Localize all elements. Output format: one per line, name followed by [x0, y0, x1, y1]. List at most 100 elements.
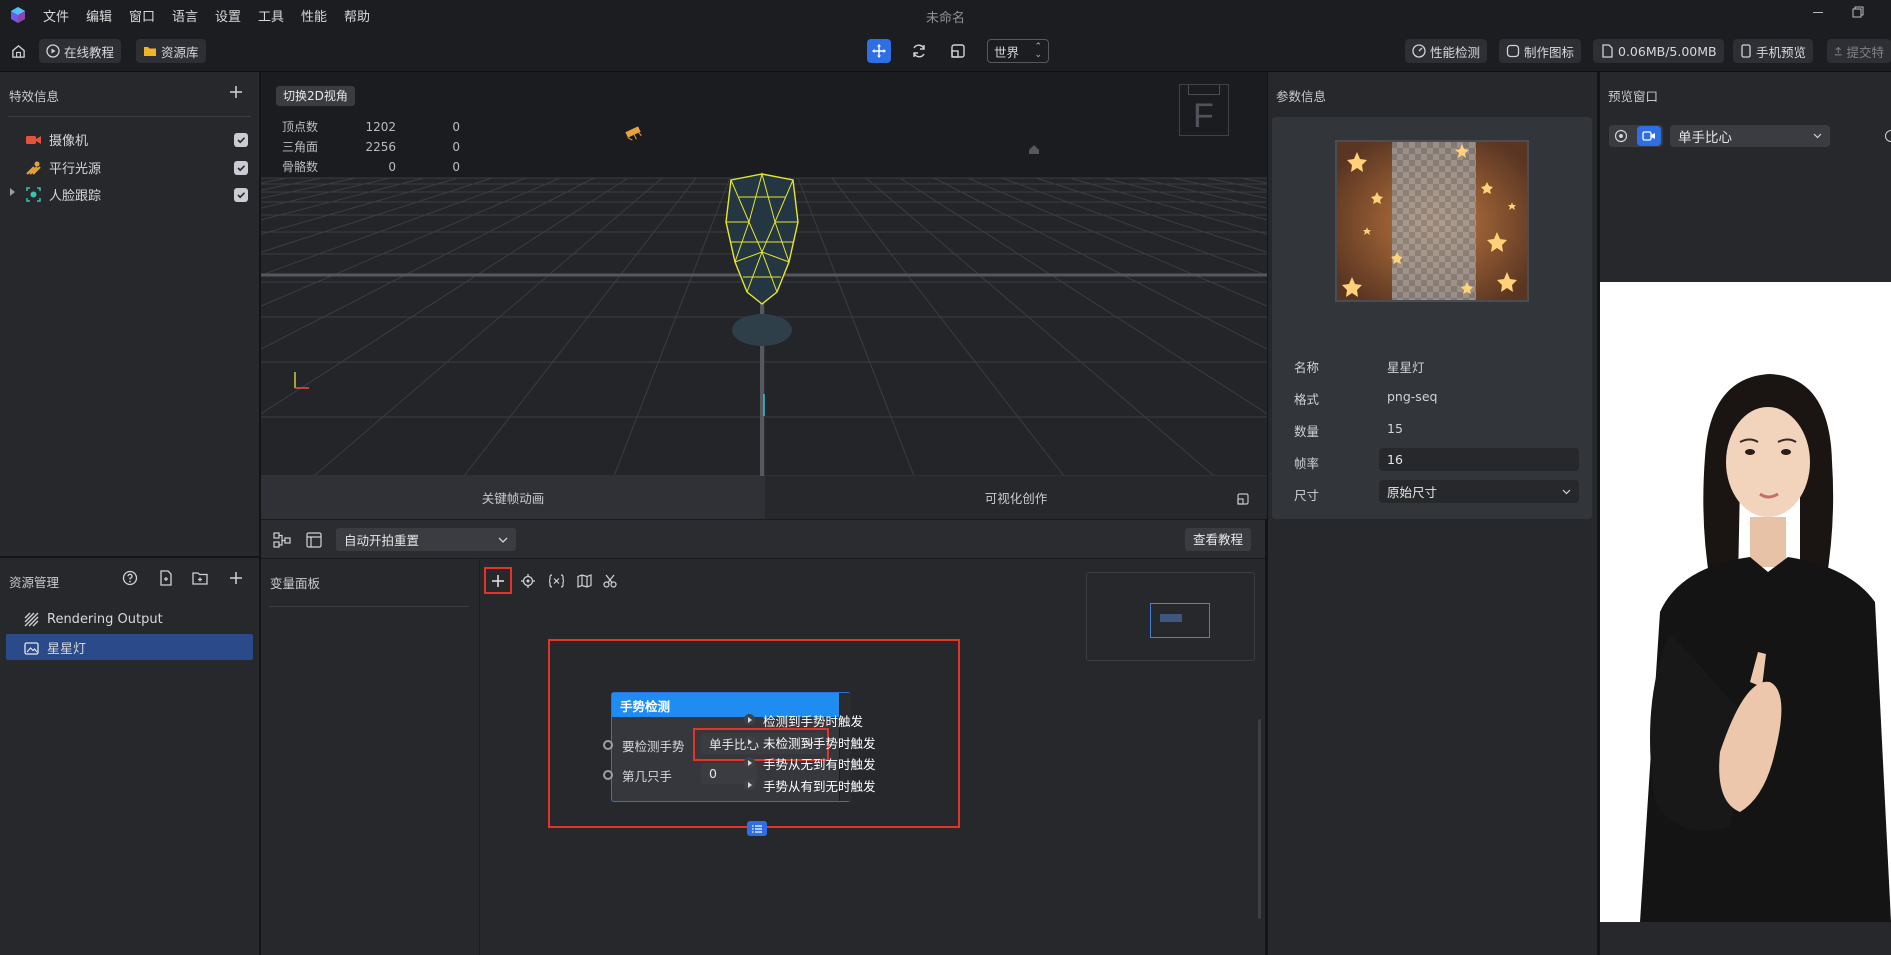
minimap-viewport: [1150, 603, 1210, 638]
stat-value: 0: [452, 140, 460, 154]
tab-visual-creation[interactable]: 可视化创作: [765, 476, 1267, 519]
menu-bar: 文件 编辑 窗口 语言 设置 工具 性能 帮助 未命名: [0, 0, 1891, 29]
effect-item-camera[interactable]: 摄像机: [26, 130, 248, 149]
prop-count-label: 数量: [1294, 424, 1320, 439]
stat-value: 2256: [365, 140, 396, 154]
output-port[interactable]: [744, 736, 755, 747]
divider: [8, 116, 251, 117]
output-label: 手势从无到有时触发: [763, 757, 876, 772]
move-icon: [872, 44, 886, 58]
resource-library-button[interactable]: 资源库: [136, 39, 206, 63]
asset-item-label: Rendering Output: [47, 611, 163, 627]
prop-name-value: 星星灯: [1387, 360, 1425, 375]
package-size-indicator: 0.06MB/5.00MB: [1593, 39, 1724, 63]
event-select-value: 自动开拍重置: [344, 533, 420, 548]
effect-item-face-tracking[interactable]: 人脸跟踪: [26, 185, 248, 204]
map-icon[interactable]: [577, 574, 592, 588]
scene-stats: 顶点数 1202 0 三角面 2256 0 骨骼数 0 0: [282, 117, 460, 177]
popout-icon[interactable]: [1237, 491, 1251, 505]
minimize-icon[interactable]: [1813, 12, 1823, 13]
add-effect-button[interactable]: [228, 84, 244, 100]
view-orientation-gizmo[interactable]: F: [1179, 84, 1229, 136]
stat-value: 0: [452, 160, 460, 174]
restore-icon[interactable]: [1852, 6, 1864, 18]
camera-preview-icon[interactable]: [1637, 126, 1661, 146]
submit-button[interactable]: 提交特: [1827, 39, 1891, 63]
event-select[interactable]: 自动开拍重置: [336, 528, 516, 551]
prop-fps-input[interactable]: 16: [1379, 448, 1579, 471]
node-expand-button[interactable]: [747, 821, 767, 836]
params-panel: 参数信息 名称 星星灯 格式 png-seq 数量 15 帧率 16 尺寸 原始…: [1268, 72, 1597, 955]
asset-item-label: 星星灯: [47, 641, 87, 657]
package-size-label: 0.06MB/5.00MB: [1618, 43, 1717, 59]
plus-icon: [230, 572, 242, 584]
make-icon-button[interactable]: 制作图标: [1499, 39, 1582, 63]
cut-icon[interactable]: [603, 574, 617, 588]
play-icon: [46, 44, 60, 58]
chevron-down-icon: [1562, 489, 1571, 494]
toggle-2d-view-button[interactable]: 切换2D视角: [276, 86, 355, 106]
stat-value: 0: [452, 120, 460, 134]
tab-keyframe-animation[interactable]: 关键帧动画: [261, 476, 765, 519]
output-port[interactable]: [744, 714, 755, 725]
view-tutorial-button[interactable]: 查看教程: [1185, 528, 1252, 551]
tab-label: 关键帧动画: [481, 491, 545, 506]
checkbox[interactable]: [234, 187, 248, 202]
performance-check-label: 性能检测: [1430, 44, 1481, 60]
graph-minimap[interactable]: [1086, 572, 1255, 661]
flow-icon[interactable]: [273, 532, 291, 548]
home-button[interactable]: [6, 39, 30, 63]
prop-size-select[interactable]: 原始尺寸: [1379, 480, 1579, 503]
online-tutorial-button[interactable]: 在线教程: [39, 39, 122, 63]
preview-mode-toggle[interactable]: [1609, 125, 1663, 147]
phone-preview-button[interactable]: 手机预览: [1733, 39, 1814, 63]
stat-value: 0: [388, 160, 396, 174]
import-file-icon[interactable]: [158, 570, 174, 586]
gizmo-face-label: F: [1193, 97, 1214, 135]
phone-icon: [1741, 44, 1751, 58]
folder-icon: [144, 47, 156, 56]
expand-arrow-icon[interactable]: [10, 188, 15, 196]
upload-icon: [1834, 46, 1842, 56]
prop-format-label: 格式: [1294, 392, 1320, 407]
new-folder-icon[interactable]: [192, 570, 208, 586]
preview-settings-icon[interactable]: [1885, 130, 1891, 142]
input-port[interactable]: [603, 740, 613, 750]
list-icon: [752, 824, 762, 833]
gesture-param-label: 要检测手势: [622, 739, 685, 754]
light-icon: [26, 161, 41, 175]
asset-item-rendering-output[interactable]: Rendering Output: [6, 606, 253, 632]
online-tutorial-label: 在线教程: [64, 44, 115, 60]
effect-item-directional-light[interactable]: 平行光源: [26, 158, 248, 177]
locate-icon[interactable]: [521, 574, 535, 588]
window-title: 未命名: [925, 11, 965, 26]
graph-scrollbar[interactable]: [1258, 719, 1261, 919]
eye-icon[interactable]: [1613, 128, 1629, 144]
checkbox[interactable]: [234, 132, 248, 147]
preview-gesture-value: 单手比心: [1678, 130, 1732, 146]
variable-icon[interactable]: [549, 574, 564, 588]
resource-library-label: 资源库: [161, 44, 199, 60]
add-asset-button[interactable]: [228, 570, 244, 586]
asset-item-star-light[interactable]: 星星灯: [6, 634, 253, 660]
preview-panel-title: 预览窗口: [1608, 89, 1659, 104]
preview-gesture-select[interactable]: 单手比心: [1670, 125, 1830, 147]
checkbox[interactable]: [234, 160, 248, 175]
scale-tool-button[interactable]: [946, 39, 970, 63]
input-port[interactable]: [603, 770, 613, 780]
output-port[interactable]: [744, 757, 755, 768]
image-sequence-icon: [24, 641, 39, 655]
space-select[interactable]: 世界 ⌃ ⌄: [987, 39, 1049, 63]
node-graph-canvas[interactable]: 手势检测 要检测手势 第几只手 单手比心 0 检测到手势时触发 未检测到手势时触…: [481, 559, 1265, 955]
rotate-tool-button[interactable]: [907, 39, 931, 63]
output-port[interactable]: [744, 779, 755, 790]
scene-viewport[interactable]: 切换2D视角 顶点数 1202 0 三角面 2256 0 骨骼数 0 0 F: [261, 72, 1267, 476]
performance-check-button[interactable]: 性能检测: [1405, 39, 1488, 63]
help-icon[interactable]: [122, 570, 138, 586]
make-icon-label: 制作图标: [1524, 44, 1575, 60]
layout-icon[interactable]: [306, 532, 322, 548]
effects-panel-title: 特效信息: [9, 89, 60, 104]
main-toolbar: 在线教程 资源库 世界 ⌃ ⌄ 性能检测 制作图标 0.06MB/5.00MB 手…: [0, 29, 1891, 72]
add-node-button[interactable]: [484, 567, 512, 594]
move-tool-button[interactable]: [867, 39, 891, 63]
